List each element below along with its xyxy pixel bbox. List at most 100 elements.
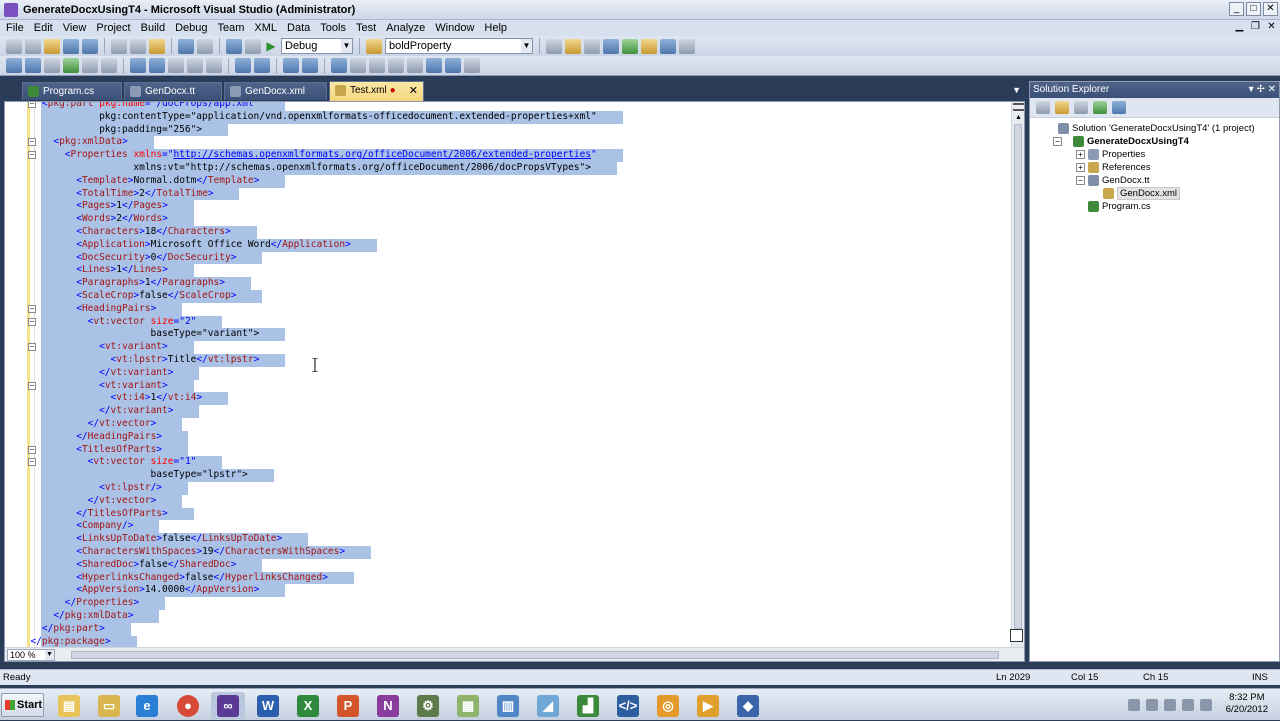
taskbar-monitor[interactable]: ▟ xyxy=(571,692,605,719)
zoom-select[interactable]: 100 % ▼ xyxy=(7,649,55,661)
taskbar-onenote[interactable]: N xyxy=(371,692,405,719)
taskbar-excel[interactable]: X xyxy=(291,692,325,719)
display-object-member-list-icon[interactable] xyxy=(130,58,146,73)
network-status-icon[interactable] xyxy=(1182,699,1194,711)
refresh-icon[interactable] xyxy=(1074,101,1088,114)
clear-bookmarks-icon[interactable] xyxy=(464,58,480,73)
code-line[interactable]: <Paragraphs>1</Paragraphs> xyxy=(5,277,1012,290)
code-line[interactable]: <Lines>1</Lines> xyxy=(5,264,1012,278)
code-line[interactable]: <HyperlinksChanged>false</HyperlinksChan… xyxy=(5,571,1012,585)
find-in-files-icon[interactable] xyxy=(366,38,382,54)
code-line[interactable]: <ScaleCrop>false</ScaleCrop> xyxy=(5,290,1012,303)
code-line[interactable]: pkg:contentType="application/vnd.openxml… xyxy=(5,110,1012,124)
menu-analyze[interactable]: Analyze xyxy=(382,20,431,36)
code-line[interactable]: pkg:padding="256"> xyxy=(5,123,1012,137)
taskbar-book[interactable]: ▥ xyxy=(491,692,525,719)
code-line[interactable]: <AppVersion>14.0000</AppVersion> xyxy=(5,584,1012,598)
taskbar-paint[interactable]: ◢ xyxy=(531,692,565,719)
code-line[interactable]: <vt:lpstr/> xyxy=(5,482,1012,495)
taskbar-network[interactable]: ◆ xyxy=(731,692,765,719)
taskbar-powerpoint[interactable]: P xyxy=(331,692,365,719)
taskbar-media[interactable]: ▶ xyxy=(691,692,725,719)
navigate-backward-icon[interactable] xyxy=(226,38,242,54)
start-page-icon[interactable] xyxy=(641,38,657,54)
maximize-button[interactable]: □ xyxy=(1246,2,1261,16)
menu-help[interactable]: Help xyxy=(480,20,513,36)
previous-bookmark-in-document-icon[interactable] xyxy=(426,58,442,73)
tree-item[interactable]: − GenerateDocxUsingT4 xyxy=(1030,135,1279,148)
properties-icon[interactable] xyxy=(1036,101,1050,114)
menu-tools[interactable]: Tools xyxy=(316,20,352,36)
close-tab-icon[interactable]: ✕ xyxy=(409,82,418,100)
code-line[interactable]: <vt:i4>1</vt:i4> xyxy=(5,392,1012,406)
debug-xslt-icon[interactable] xyxy=(44,58,60,73)
code-line[interactable]: − <HeadingPairs> xyxy=(5,302,1012,316)
vertical-scroll-thumb[interactable] xyxy=(1014,124,1022,629)
parameter-info-icon[interactable] xyxy=(149,58,165,73)
decrease-indent-icon[interactable] xyxy=(235,58,251,73)
increase-indent-icon[interactable] xyxy=(254,58,270,73)
menu-build[interactable]: Build xyxy=(137,20,171,36)
code-area[interactable]: − <pkg:part pkg:name="/docProps/app.xml"… xyxy=(5,102,1012,647)
schemas-icon[interactable] xyxy=(82,58,98,73)
show-hidden-icons-icon[interactable] xyxy=(1128,699,1140,711)
code-line[interactable]: − <pkg:part pkg:name="/docProps/app.xml" xyxy=(5,102,1012,111)
collapse-icon[interactable]: − xyxy=(1076,176,1085,185)
volume-icon[interactable] xyxy=(1200,699,1212,711)
code-line[interactable]: </pkg:xmlData> xyxy=(5,610,1012,623)
code-line[interactable]: <Words>2</Words> xyxy=(5,213,1012,226)
splitter-icon[interactable] xyxy=(1013,103,1024,111)
expand-icon[interactable]: + xyxy=(1076,163,1085,172)
close-panel-icon[interactable]: ✕ xyxy=(1268,84,1276,95)
menu-xml[interactable]: XML xyxy=(250,20,283,36)
taskbar-explorer[interactable]: ▤ xyxy=(52,692,86,719)
tree-item[interactable]: GenDocx.xml xyxy=(1030,187,1279,200)
next-bookmark-in-folder-icon[interactable] xyxy=(407,58,423,73)
open-file-icon[interactable] xyxy=(44,38,60,54)
menu-edit[interactable]: Edit xyxy=(30,20,59,36)
code-line[interactable]: <SharedDoc>false</SharedDoc> xyxy=(5,558,1012,572)
view-code-icon[interactable] xyxy=(1093,101,1107,114)
doc-restore-button[interactable]: ❐ xyxy=(1249,20,1262,33)
tab-test-xml[interactable]: Test.xml ● ✕ xyxy=(329,81,424,101)
xml-schema-explorer-icon[interactable] xyxy=(101,58,117,73)
show-xslt-output-icon[interactable] xyxy=(25,58,41,73)
menu-file[interactable]: File xyxy=(2,20,30,36)
taskbar-chrome[interactable]: ● xyxy=(171,692,205,719)
tab-gendocx-tt[interactable]: GenDocx.tt xyxy=(124,82,222,100)
taskbar-folder[interactable]: ▭ xyxy=(92,692,126,719)
code-line[interactable]: baseType="variant"> xyxy=(5,328,1012,342)
code-line[interactable]: </pkg:package> xyxy=(5,635,1012,647)
menu-data[interactable]: Data xyxy=(283,20,316,36)
solution-configuration-select[interactable]: Debug ▼ xyxy=(281,38,353,54)
tree-item[interactable]: + Properties xyxy=(1030,148,1279,161)
expand-icon[interactable]: + xyxy=(1076,150,1085,159)
horizontal-scroll-thumb[interactable] xyxy=(71,651,999,659)
code-line[interactable]: </pkg:part> xyxy=(5,622,1012,636)
copy-icon[interactable] xyxy=(130,38,146,54)
scroll-up-icon[interactable]: ▲ xyxy=(1013,114,1024,124)
toggle-bookmark-icon[interactable] xyxy=(331,58,347,73)
uncomment-icon[interactable] xyxy=(302,58,318,73)
tree-item[interactable]: − GenDocx.tt xyxy=(1030,174,1279,187)
code-line[interactable]: </HeadingPairs> xyxy=(5,430,1012,444)
save-all-icon[interactable] xyxy=(82,38,98,54)
extension-manager-icon[interactable] xyxy=(660,38,676,54)
doc-close-button[interactable]: ✕ xyxy=(1265,20,1278,33)
add-item-icon[interactable] xyxy=(25,38,41,54)
previous-bookmark-icon[interactable] xyxy=(350,58,366,73)
horizontal-scrollbar[interactable]: 100 % ▼ xyxy=(5,647,1024,661)
flag-icon[interactable] xyxy=(1146,699,1158,711)
next-bookmark-icon[interactable] xyxy=(369,58,385,73)
taskbar-word[interactable]: W xyxy=(251,692,285,719)
code-line[interactable]: baseType="lpstr"> xyxy=(5,469,1012,482)
font-size-icon[interactable] xyxy=(206,58,222,73)
code-line[interactable]: <TotalTime>2</TotalTime> xyxy=(5,187,1012,201)
code-line[interactable]: </Properties> xyxy=(5,597,1012,610)
menu-team[interactable]: Team xyxy=(214,20,251,36)
next-bookmark-in-document-icon[interactable] xyxy=(445,58,461,73)
code-line[interactable]: − <vt:variant> xyxy=(5,341,1012,354)
taskbar-visual-studio[interactable]: ∞ xyxy=(211,692,245,719)
taskbar-notepad[interactable]: ▦ xyxy=(451,692,485,719)
save-icon[interactable] xyxy=(63,38,79,54)
